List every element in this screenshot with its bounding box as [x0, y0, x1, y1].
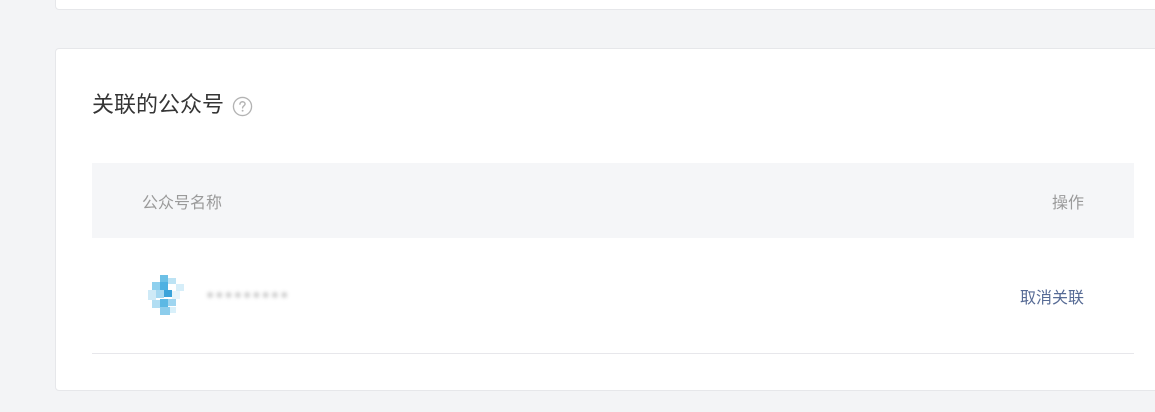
column-header-action: 操作: [1051, 192, 1084, 212]
account-name: •••••••••: [206, 287, 290, 304]
column-header-name: 公众号名称: [142, 192, 223, 212]
pixelated-avatar-icon: [148, 274, 184, 315]
linked-accounts-table: 公众号名称 操作 ••••••••• 取消关联: [92, 163, 1134, 354]
table-header: 公众号名称 操作: [92, 163, 1134, 238]
account-cell: •••••••••: [146, 273, 289, 319]
question-circle-icon[interactable]: [232, 96, 253, 117]
previous-card: [55, 0, 1155, 10]
section-title: 关联的公众号: [92, 93, 225, 118]
table-row: ••••••••• 取消关联: [92, 238, 1134, 354]
linked-accounts-card: 关联的公众号 公众号名称 操作 ••••••••• 取消关联: [55, 48, 1155, 391]
section-header: 关联的公众号: [92, 92, 253, 120]
unlink-button[interactable]: 取消关联: [1020, 284, 1084, 308]
